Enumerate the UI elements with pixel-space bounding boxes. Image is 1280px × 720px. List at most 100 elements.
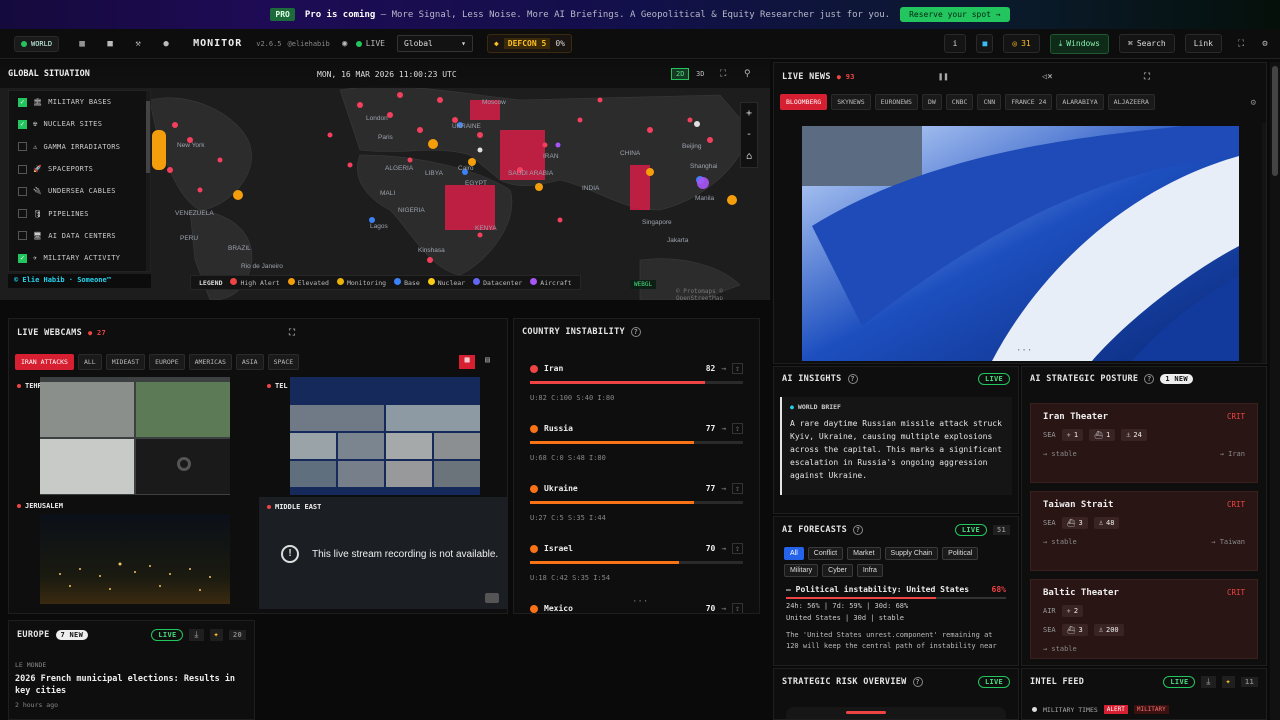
- intel-item[interactable]: MILITARY TIMES ALERT MILITARY: [1022, 695, 1266, 719]
- share-icon[interactable]: ⇪: [732, 423, 743, 434]
- webcam-filter-tab[interactable]: EUROPE: [149, 354, 185, 370]
- forecast-chip[interactable]: Infra: [856, 564, 883, 577]
- europe-article[interactable]: LE MONDE 2026 French municipal elections…: [9, 649, 254, 709]
- forecast-chip[interactable]: Conflict: [807, 547, 844, 560]
- channel-tab[interactable]: SKYNEWS: [831, 94, 871, 110]
- forecast-chip[interactable]: Market: [847, 547, 881, 560]
- cam-jerusalem-feed[interactable]: [40, 514, 230, 604]
- info-button[interactable]: i: [943, 34, 967, 53]
- forecast-chip[interactable]: Supply Chain: [884, 547, 939, 560]
- mode-2d-button[interactable]: 2D: [671, 68, 690, 80]
- settings-icon[interactable]: ⚙: [1260, 39, 1270, 49]
- forecast-chip[interactable]: Military: [784, 564, 819, 577]
- layer-checkbox[interactable]: ✓: [18, 119, 27, 129]
- layer-toggle-nuclear-sites[interactable]: ✓ ☢ NUCLEAR SITES: [9, 113, 150, 135]
- share-icon[interactable]: ⇪: [732, 603, 743, 613]
- layer-checkbox[interactable]: ✓: [18, 97, 27, 107]
- help-icon[interactable]: ?: [1144, 374, 1155, 384]
- help-icon[interactable]: ?: [853, 525, 864, 535]
- news-video[interactable]: [802, 126, 1239, 361]
- country-row[interactable]: Israel 70 → ⇪ U:18 C:42 S:35 I:54: [514, 537, 759, 597]
- country-row[interactable]: Iran 82 → ⇪ U:82 C:100 S:40 I:80: [514, 357, 759, 417]
- github-icon[interactable]: ◉: [340, 39, 350, 49]
- channel-tab[interactable]: ALARABIYA: [1056, 94, 1104, 110]
- layer-checkbox[interactable]: [18, 164, 27, 174]
- defcon-indicator[interactable]: ◆ DEFCON 5 0%: [486, 34, 572, 53]
- theater-card[interactable]: Taiwan Strait CRIT SEA ⛴ 3 ⚓ 48 → stable → Taiwa…: [1030, 491, 1258, 571]
- zoom-in-button[interactable]: +: [746, 108, 752, 119]
- author-handle[interactable]: @eliehabib: [288, 40, 330, 48]
- country-row[interactable]: Ukraine 77 → ⇪ U:27 C:5 S:35 I:44: [514, 477, 759, 537]
- layer-checkbox[interactable]: [18, 142, 27, 152]
- drag-handle-icon[interactable]: ···: [632, 597, 648, 607]
- expand-icon[interactable]: ⛶: [720, 69, 726, 79]
- forecast-chip[interactable]: Cyber: [822, 564, 853, 577]
- search-button[interactable]: ⌘ Search: [1119, 34, 1175, 53]
- mute-icon[interactable]: ◁×: [1042, 72, 1053, 82]
- layer-toggle-gamma-irradiators[interactable]: ⚠ GAMMA IRRADIATORS: [9, 136, 150, 158]
- sun-icon[interactable]: ●: [161, 39, 171, 49]
- alerts-button[interactable]: ◎ 31: [1003, 34, 1040, 53]
- mode-3d-button[interactable]: 3D: [696, 70, 704, 78]
- layer-toggle-military-bases[interactable]: ✓ 🏛 MILITARY BASES: [9, 91, 150, 113]
- panel-toggle-button[interactable]: ■: [976, 34, 994, 53]
- share-icon[interactable]: ⇪: [732, 543, 743, 554]
- channel-tab[interactable]: EURONEWS: [874, 94, 918, 110]
- fullscreen-icon[interactable]: ⛶: [1236, 39, 1246, 49]
- country-row[interactable]: Russia 77 → ⇪ U:68 C:0 S:48 I:80: [514, 417, 759, 477]
- sparkle-icon[interactable]: ✦: [209, 629, 223, 641]
- help-icon[interactable]: ?: [630, 327, 641, 337]
- webcam-filter-tab[interactable]: ALL: [77, 354, 102, 370]
- layer-toggle-ai-data-centers[interactable]: 🖥 AI DATA CENTERS: [9, 225, 150, 247]
- channel-tab[interactable]: ALJAZEERA: [1107, 94, 1155, 110]
- layer-toggle-military-activity[interactable]: ✓ ✈ MILITARY ACTIVITY: [9, 247, 150, 269]
- theater-card[interactable]: Baltic Theater CRIT AIR ✈ 2 SEA ⛴ 3 ⚓ 200 → stable: [1030, 579, 1258, 659]
- webcam-filter-tab[interactable]: AMERICAS: [188, 354, 232, 370]
- webcam-filter-tab[interactable]: MIDEAST: [105, 354, 146, 370]
- tools-icon[interactable]: ⚒: [133, 39, 143, 49]
- region-select[interactable]: Global ▾: [396, 35, 473, 52]
- pause-icon[interactable]: ❚❚: [938, 72, 949, 82]
- layer-toggle-undersea-cables[interactable]: 🔌 UNDERSEA CABLES: [9, 180, 150, 202]
- article-headline[interactable]: 2026 French municipal elections: Results…: [15, 673, 240, 697]
- layer-checkbox[interactable]: ✓: [18, 253, 27, 263]
- sparkle-icon[interactable]: ✦: [1221, 676, 1235, 688]
- world-toggle[interactable]: WORLD: [14, 35, 60, 52]
- author-signature[interactable]: © Elie Habib · Someone™: [8, 274, 151, 288]
- theater-card[interactable]: Iran Theater CRIT SEA ✈ 1 ⛴ 1 ⚓ 24 → stable → Iran: [1030, 403, 1258, 483]
- webcam-filter-tab[interactable]: ASIA: [235, 354, 264, 370]
- cam-telaviv-feed[interactable]: [290, 377, 480, 495]
- layer-checkbox[interactable]: [18, 231, 27, 241]
- finance-icon[interactable]: ■: [105, 39, 115, 49]
- download-icon[interactable]: ⤓: [189, 629, 204, 641]
- share-icon[interactable]: ⇪: [732, 363, 743, 374]
- layers-scrollbar[interactable]: [146, 91, 150, 271]
- grid-view-icon[interactable]: ▦: [459, 355, 475, 369]
- help-icon[interactable]: ?: [847, 374, 858, 384]
- windows-download-button[interactable]: ⤓ Windows: [1049, 33, 1109, 54]
- expand-icon[interactable]: ⛶: [1144, 72, 1150, 82]
- pin-icon[interactable]: ⚲: [744, 69, 751, 79]
- list-view-icon[interactable]: ▤: [485, 355, 490, 364]
- channel-tab[interactable]: FRANCE 24: [1005, 94, 1053, 110]
- channel-tab[interactable]: BLOOMBERG: [780, 94, 828, 110]
- reserve-spot-button[interactable]: Reserve your spot →: [900, 7, 1010, 22]
- help-icon[interactable]: ?: [912, 677, 923, 687]
- layer-toggle-spaceports[interactable]: 🚀 SPACEPORTS: [9, 158, 150, 180]
- download-icon[interactable]: ⤓: [1201, 676, 1216, 688]
- zoom-out-button[interactable]: -: [746, 129, 752, 140]
- forecast-item[interactable]: — Political instability: United States 68…: [774, 581, 1018, 656]
- layer-toggle-pipelines[interactable]: 🛢 PIPELINES: [9, 202, 150, 224]
- share-icon[interactable]: ⇪: [732, 483, 743, 494]
- webcam-filter-tab[interactable]: IRAN ATTACKS: [15, 354, 74, 370]
- page-scrollbar[interactable]: [1270, 62, 1280, 720]
- drag-handle-icon[interactable]: ···: [1016, 346, 1032, 356]
- forecast-chip[interactable]: All: [784, 547, 804, 560]
- layer-checkbox[interactable]: [18, 186, 27, 196]
- webcam-filter-tab[interactable]: SPACE: [267, 354, 300, 370]
- link-button[interactable]: Link: [1184, 34, 1222, 53]
- forecast-chip[interactable]: Political: [942, 547, 979, 560]
- home-icon[interactable]: ⌂: [746, 151, 752, 162]
- channel-tab[interactable]: CNN: [977, 94, 1002, 110]
- cam-tehran-feed[interactable]: [40, 377, 230, 495]
